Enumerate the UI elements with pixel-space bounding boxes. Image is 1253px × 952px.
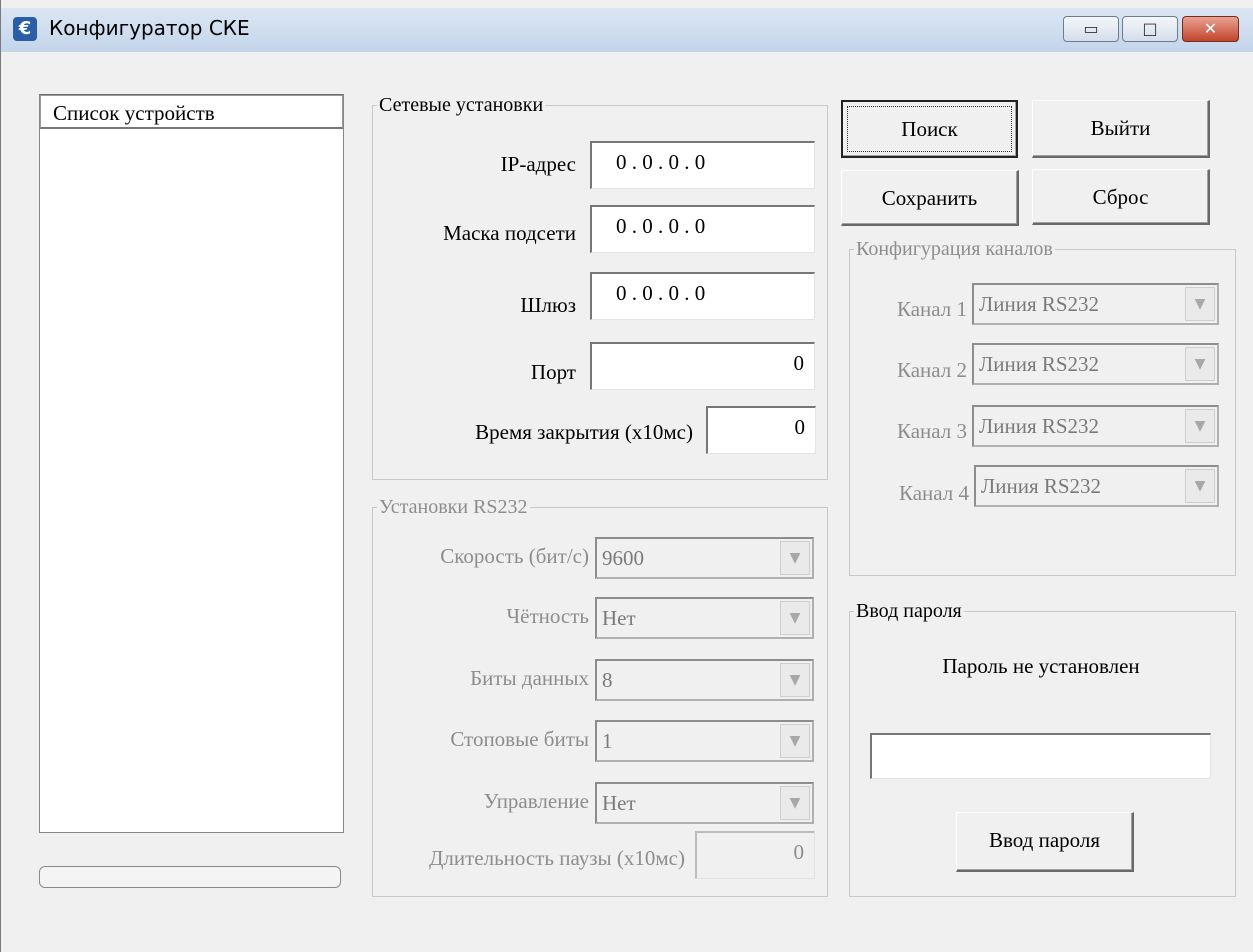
chevron-down-icon: ▼: [780, 663, 810, 697]
chevron-down-icon: ▼: [1185, 347, 1215, 381]
speed-select[interactable]: 9600 ▼: [595, 537, 814, 579]
device-list[interactable]: Список устройств: [39, 94, 344, 833]
reset-button-label: Сброс: [1092, 185, 1149, 209]
gateway-input[interactable]: 0 . 0 . 0 . 0: [590, 272, 815, 320]
maximize-button[interactable]: □: [1122, 16, 1178, 42]
speed-label: Скорость (бит/с): [440, 544, 589, 568]
channel-1-value: Линия RS232: [979, 292, 1100, 316]
port-label: Порт: [530, 360, 576, 384]
stop-bits-select[interactable]: 1 ▼: [595, 720, 814, 762]
exit-button[interactable]: Выйти: [1032, 100, 1210, 158]
subnet-mask-label: Маска подсети: [443, 221, 576, 245]
exit-button-label: Выйти: [1090, 116, 1151, 140]
main-window: € Конфигуратор СКЕ ▭ □ ✕ Список устройст…: [0, 0, 1253, 952]
subnet-mask-input[interactable]: 0 . 0 . 0 . 0: [590, 205, 815, 253]
close-time-label: Время закрытия (x10мс): [475, 420, 693, 444]
parity-label: Чётность: [506, 604, 589, 628]
stop-bits-label: Стоповые биты: [450, 727, 589, 751]
parity-select[interactable]: Нет ▼: [595, 597, 814, 639]
password-input[interactable]: [870, 733, 1211, 779]
gateway-value: 0 . 0 . 0 . 0: [616, 281, 706, 305]
minimize-button[interactable]: ▭: [1063, 16, 1119, 42]
stop-bits-value: 1: [602, 729, 613, 753]
channel-4-value: Линия RS232: [981, 474, 1102, 498]
title-bar[interactable]: € Конфигуратор СКЕ ▭ □ ✕: [1, 8, 1253, 52]
subnet-mask-value: 0 . 0 . 0 . 0: [616, 214, 706, 238]
chevron-down-icon: ▼: [780, 724, 810, 758]
gateway-label: Шлюз: [520, 293, 576, 317]
close-time-input[interactable]: 0: [706, 406, 816, 454]
password-status-text: Пароль не установлен: [942, 654, 1140, 678]
channel-2-label: Канал 2: [896, 358, 967, 382]
channel-config-legend: Конфигурация каналов: [856, 238, 1053, 260]
port-input[interactable]: 0: [590, 342, 815, 390]
maximize-icon: □: [1142, 19, 1158, 38]
window-title: Конфигуратор СКЕ: [49, 16, 250, 40]
app-icon: €: [13, 17, 37, 41]
minimize-icon: ▭: [1083, 19, 1099, 38]
parity-value: Нет: [602, 606, 636, 630]
port-value: 0: [793, 351, 805, 375]
data-bits-value: 8: [602, 668, 613, 692]
rs232-settings-legend: Установки RS232: [379, 496, 528, 518]
chevron-down-icon: ▼: [1185, 409, 1215, 443]
channel-3-select[interactable]: Линия RS232 ▼: [972, 405, 1219, 447]
channel-3-label: Канал 3: [896, 419, 967, 443]
flow-control-select[interactable]: Нет ▼: [595, 782, 814, 824]
search-button[interactable]: Поиск: [841, 100, 1018, 158]
pause-length-label: Длительность паузы (x10мс): [429, 846, 685, 870]
close-time-value: 0: [794, 415, 806, 439]
chevron-down-icon: ▼: [780, 541, 810, 575]
channel-3-value: Линия RS232: [979, 414, 1100, 438]
ip-address-label: IP-адрес: [500, 152, 576, 176]
ip-address-value: 0 . 0 . 0 . 0: [616, 150, 706, 174]
reset-button[interactable]: Сброс: [1032, 169, 1210, 225]
close-button[interactable]: ✕: [1182, 16, 1239, 42]
save-button-label: Сохранить: [881, 186, 978, 210]
channel-4-select[interactable]: Линия RS232 ▼: [974, 465, 1219, 507]
search-button-label: Поиск: [901, 117, 958, 141]
flow-control-label: Управление: [483, 789, 589, 813]
channel-2-value: Линия RS232: [979, 352, 1100, 376]
enter-password-button-label: Ввод пароля: [988, 828, 1101, 852]
pause-length-value: 0: [793, 840, 805, 864]
pause-length-input[interactable]: 0: [695, 831, 815, 879]
channel-4-label: Канал 4: [898, 481, 969, 505]
password-legend: Ввод пароля: [856, 600, 962, 622]
chevron-down-icon: ▼: [780, 601, 810, 635]
flow-control-value: Нет: [602, 791, 636, 815]
progress-bar: [39, 866, 341, 888]
device-list-header[interactable]: Список устройств: [40, 95, 343, 129]
enter-password-button[interactable]: Ввод пароля: [956, 812, 1134, 872]
save-button[interactable]: Сохранить: [841, 170, 1019, 226]
chevron-down-icon: ▼: [780, 786, 810, 820]
data-bits-label: Биты данных: [470, 666, 589, 690]
channel-1-select[interactable]: Линия RS232 ▼: [972, 283, 1219, 325]
data-bits-select[interactable]: 8 ▼: [595, 659, 814, 701]
chevron-down-icon: ▼: [1185, 469, 1215, 503]
ip-address-input[interactable]: 0 . 0 . 0 . 0: [590, 141, 815, 189]
speed-value: 9600: [602, 546, 644, 570]
channel-1-label: Канал 1: [896, 297, 967, 321]
close-icon: ✕: [1203, 19, 1218, 38]
network-settings-legend: Сетевые установки: [379, 94, 544, 116]
chevron-down-icon: ▼: [1185, 287, 1215, 321]
channel-2-select[interactable]: Линия RS232 ▼: [972, 343, 1219, 385]
